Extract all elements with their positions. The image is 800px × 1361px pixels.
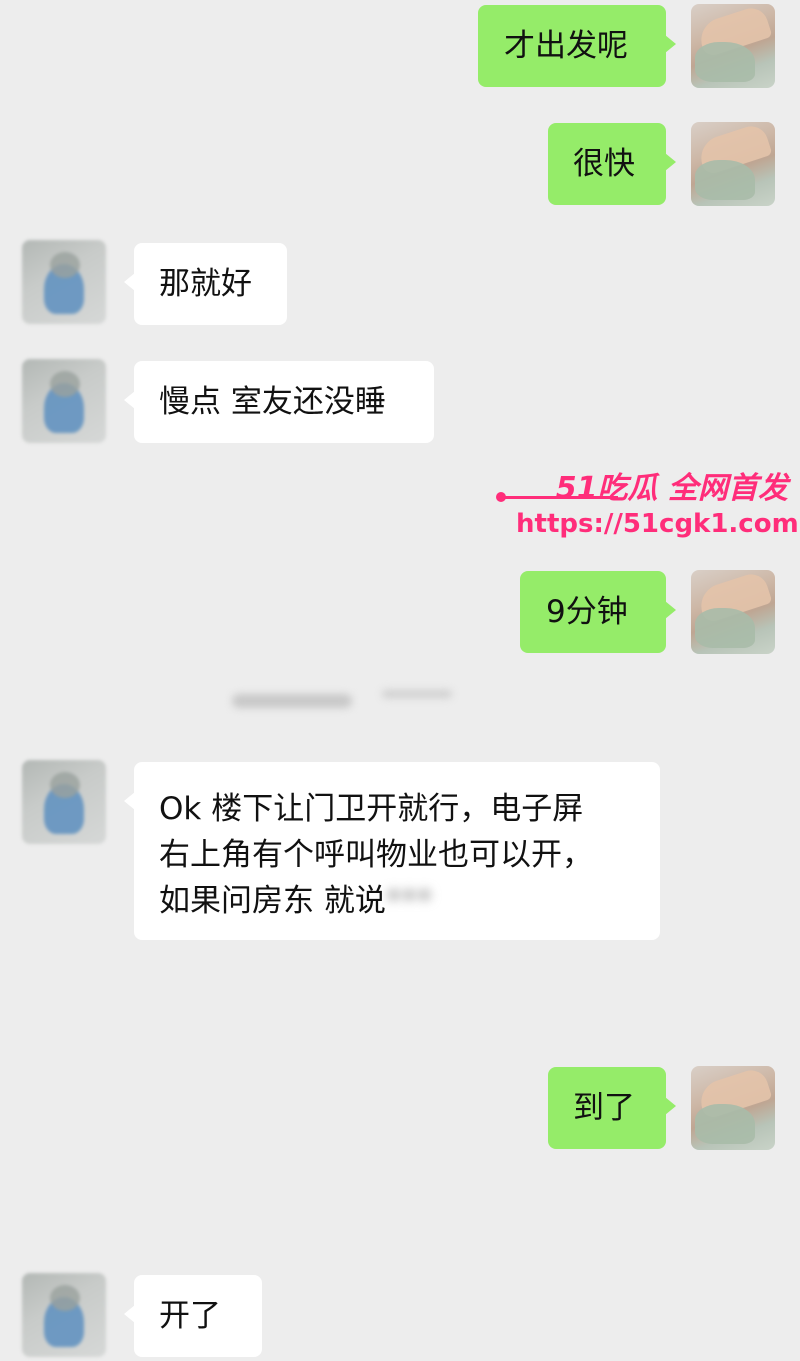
message-text: 9分钟 (546, 594, 628, 630)
contact-avatar[interactable] (22, 359, 106, 443)
message-bubble[interactable]: 那就好 (124, 243, 287, 325)
self-avatar[interactable] (691, 570, 775, 654)
message-text-line-1: Ok 楼下让门卫开就行，电子屏 (159, 791, 584, 827)
blurred-note-shape (232, 690, 452, 708)
message-bubble[interactable]: 慢点 室友还没睡 (124, 361, 434, 443)
message-text-line-3: 如果问房东 就说*** (159, 878, 660, 924)
contact-avatar[interactable] (22, 760, 106, 844)
message-bubble[interactable]: Ok 楼下让门卫开就行，电子屏 右上角有个呼叫物业也可以开， 如果问房东 就说*… (124, 762, 660, 940)
message-bubble[interactable]: 开了 (124, 1275, 262, 1357)
watermark-brand: 51吃瓜 全网首发 (555, 471, 788, 506)
message-text: 慢点 室友还没睡 (159, 384, 386, 420)
message-bubble[interactable]: 才出发呢 (478, 5, 676, 87)
message-text: 到了 (573, 1090, 635, 1126)
message-text-line-3-visible: 如果问房东 就说 (159, 883, 386, 919)
watermark-rule (498, 496, 618, 499)
self-avatar[interactable] (691, 122, 775, 206)
message-text-line-2: 右上角有个呼叫物业也可以开， (159, 837, 593, 873)
message-bubble[interactable]: 9分钟 (520, 571, 676, 653)
watermark-url: https://51cgk1.com (516, 509, 799, 539)
contact-avatar[interactable] (22, 1273, 106, 1357)
message-bubble[interactable]: 到了 (548, 1067, 676, 1149)
message-bubble[interactable]: 很快 (548, 123, 676, 205)
message-text: 开了 (159, 1298, 221, 1334)
blurred-name: *** (385, 883, 433, 919)
watermark: 51吃瓜 全网首发 https://51cgk1.com (496, 463, 799, 543)
message-text: 很快 (573, 146, 635, 182)
self-avatar[interactable] (691, 4, 775, 88)
message-text: 那就好 (159, 266, 252, 302)
self-avatar[interactable] (691, 1066, 775, 1150)
blurred-system-note (232, 686, 462, 716)
contact-avatar[interactable] (22, 240, 106, 324)
message-text: 才出发呢 (504, 28, 628, 64)
